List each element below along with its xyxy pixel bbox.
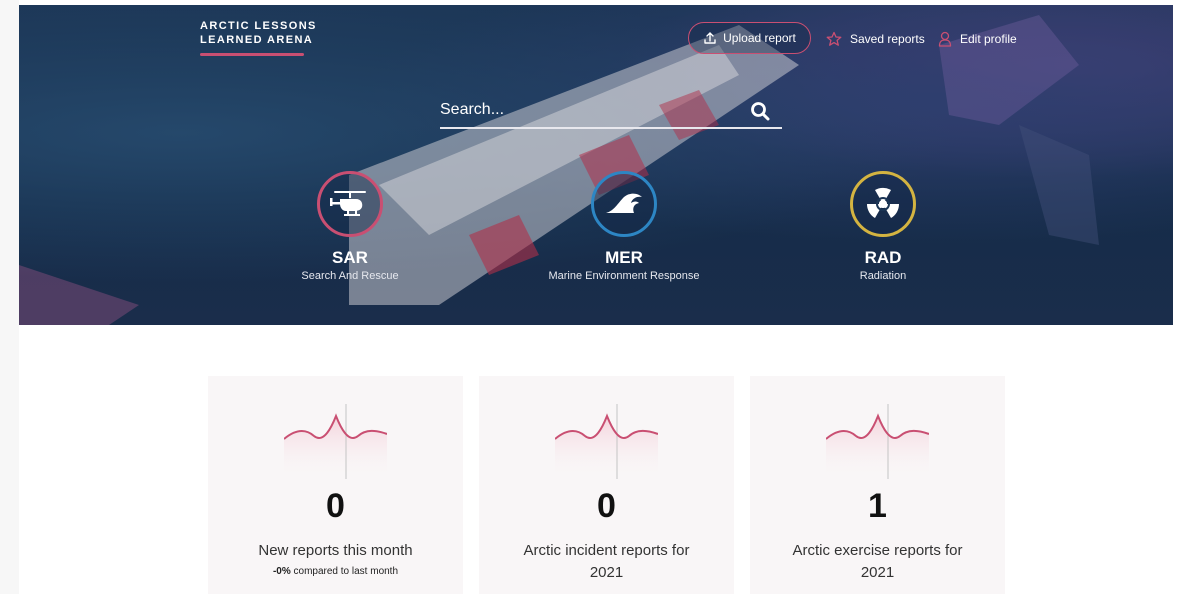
radiation-icon xyxy=(866,187,900,218)
mer-abbreviation: MER xyxy=(605,248,643,267)
category-sar[interactable]: SAR Search And Rescue xyxy=(265,171,435,282)
edit-profile-link[interactable]: Edit profile xyxy=(938,31,1017,47)
new-reports-count: 0 xyxy=(326,487,345,525)
upload-report-button[interactable]: Upload report xyxy=(688,22,811,54)
brand-underline xyxy=(200,53,304,56)
new-reports-comparison: -0% compared to last month xyxy=(208,566,463,577)
search-input[interactable]: Search... xyxy=(440,101,504,119)
trend-graphic xyxy=(826,404,929,479)
rad-name: Radiation xyxy=(859,270,907,282)
stat-card-new-reports[interactable]: 0 New reports this month -0% compared to… xyxy=(208,376,463,594)
brand-line-2: LEARNED ARENA xyxy=(200,34,314,46)
mer-circle xyxy=(591,171,657,237)
saved-reports-link[interactable]: Saved reports xyxy=(826,31,925,47)
comparison-text: compared to last month xyxy=(290,566,399,577)
sar-name: Search And Rescue xyxy=(301,270,399,282)
new-reports-label: New reports this month xyxy=(258,542,413,559)
rad-circle xyxy=(850,171,916,237)
wave-icon xyxy=(606,193,642,213)
rad-abbreviation: RAD xyxy=(864,248,902,267)
upload-report-label: Upload report xyxy=(723,31,796,45)
upload-icon xyxy=(704,32,716,44)
stat-card-exercise-reports[interactable]: 1 Arctic exercise reports for 2021 xyxy=(750,376,1005,594)
edit-profile-label: Edit profile xyxy=(960,32,1017,46)
category-mer[interactable]: MER Marine Environment Response xyxy=(539,171,709,282)
sar-abbreviation: SAR xyxy=(332,248,368,267)
incident-reports-label: Arctic incident reports for 2021 xyxy=(523,542,690,581)
comparison-percent: -0% xyxy=(272,566,291,577)
hero-banner: ARCTIC LESSONS LEARNED ARENA Upload repo… xyxy=(19,5,1173,325)
exercise-reports-count: 1 xyxy=(868,487,887,525)
search-icon[interactable] xyxy=(750,101,770,121)
category-rad[interactable]: RAD Radiation xyxy=(798,171,968,282)
brand-logo[interactable]: ARCTIC LESSONS LEARNED ARENA xyxy=(200,19,317,47)
sar-circle xyxy=(317,171,383,237)
left-margin xyxy=(0,0,19,594)
trend-graphic xyxy=(284,404,387,479)
saved-reports-label: Saved reports xyxy=(850,32,925,46)
exercise-reports-label: Arctic exercise reports for 2021 xyxy=(792,542,963,581)
star-icon xyxy=(826,31,842,46)
incident-reports-count: 0 xyxy=(597,487,616,525)
mer-name: Marine Environment Response xyxy=(548,270,700,282)
stat-card-incident-reports[interactable]: 0 Arctic incident reports for 2021 xyxy=(479,376,734,594)
helicopter-icon xyxy=(330,191,366,216)
brand-line-1: ARCTIC LESSONS xyxy=(200,20,317,32)
trend-graphic xyxy=(555,404,658,479)
search-bar[interactable]: Search... xyxy=(440,99,782,129)
user-icon xyxy=(938,31,952,47)
